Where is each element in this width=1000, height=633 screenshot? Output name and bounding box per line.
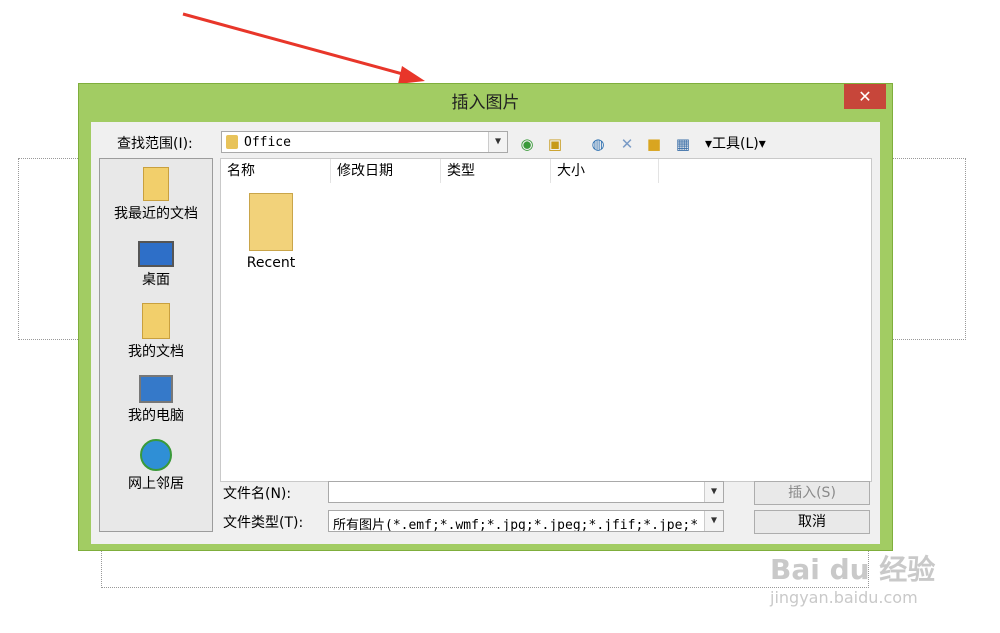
place-label: 我的电脑: [128, 408, 184, 424]
watermark-brand: Bai du 经验: [770, 553, 936, 586]
place-network[interactable]: 网上邻居: [100, 439, 212, 493]
place-label: 桌面: [142, 272, 170, 288]
filename-input[interactable]: ▼: [328, 481, 724, 503]
dialog-title: 插入图片: [451, 93, 520, 113]
places-bar: 我最近的文档 桌面 我的文档 我的电脑 网上邻居: [99, 158, 213, 532]
look-in-label: 查找范围(I):: [117, 136, 193, 152]
filename-label: 文件名(N):: [223, 486, 292, 502]
file-list[interactable]: 名称 修改日期 类型 大小 Recent: [220, 158, 872, 482]
place-desktop[interactable]: 桌面: [100, 241, 212, 289]
network-icon: [140, 439, 172, 471]
file-item-label: Recent: [246, 255, 296, 271]
column-type[interactable]: 类型: [441, 159, 551, 183]
my-computer-icon: [139, 375, 173, 403]
place-my-documents[interactable]: 我的文档: [100, 303, 212, 361]
filetype-value: 所有图片(*.emf;*.wmf;*.jpg;*.jpeg;*.jfif;*.j…: [333, 518, 699, 532]
search-web-icon[interactable]: ◍: [588, 134, 608, 154]
place-recent[interactable]: 我最近的文档: [100, 167, 212, 223]
chevron-down-icon[interactable]: ▼: [704, 482, 723, 502]
column-size[interactable]: 大小: [551, 159, 659, 183]
place-label: 我的文档: [128, 344, 184, 360]
my-documents-icon: [142, 303, 170, 339]
new-folder-icon[interactable]: ■: [644, 134, 664, 154]
baidu-watermark: Bai du 经验 jingyan.baidu.com: [770, 548, 990, 607]
filetype-label: 文件类型(T):: [223, 515, 304, 531]
file-item[interactable]: Recent: [239, 193, 303, 271]
look-in-value: Office: [244, 135, 291, 150]
insert-picture-dialog: 插入图片 ✕ 查找范围(I): Office ▼ ◉ ▣ ◍ ✕ ■ ▦ ▾工具…: [78, 83, 893, 551]
dialog-client-area: 查找范围(I): Office ▼ ◉ ▣ ◍ ✕ ■ ▦ ▾工具(L)▾ 我最…: [91, 122, 880, 544]
column-name[interactable]: 名称: [221, 159, 331, 183]
close-button[interactable]: ✕: [844, 84, 886, 109]
views-icon[interactable]: ▦: [673, 134, 693, 154]
tools-menu[interactable]: ▾工具(L)▾: [705, 133, 766, 153]
filetype-select[interactable]: 所有图片(*.emf;*.wmf;*.jpg;*.jpeg;*.jfif;*.j…: [328, 510, 724, 532]
cancel-button[interactable]: 取消: [754, 510, 870, 534]
column-modified[interactable]: 修改日期: [331, 159, 441, 183]
chevron-down-icon[interactable]: ▼: [488, 132, 507, 152]
chevron-down-icon[interactable]: ▼: [704, 511, 723, 531]
folder-icon: [249, 193, 293, 251]
watermark-url: jingyan.baidu.com: [770, 588, 918, 607]
place-my-computer[interactable]: 我的电脑: [100, 375, 212, 425]
place-label: 我最近的文档: [114, 206, 198, 222]
look-in-combo[interactable]: Office ▼: [221, 131, 508, 153]
place-label: 网上邻居: [128, 476, 184, 492]
delete-icon[interactable]: ✕: [617, 134, 637, 154]
back-icon[interactable]: ◉: [517, 134, 537, 154]
insert-button[interactable]: 插入(S): [754, 481, 870, 505]
desktop-icon: [138, 241, 174, 267]
recent-folder-icon: [143, 167, 169, 201]
up-folder-icon[interactable]: ▣: [545, 134, 565, 154]
folder-small-icon: [226, 135, 238, 149]
